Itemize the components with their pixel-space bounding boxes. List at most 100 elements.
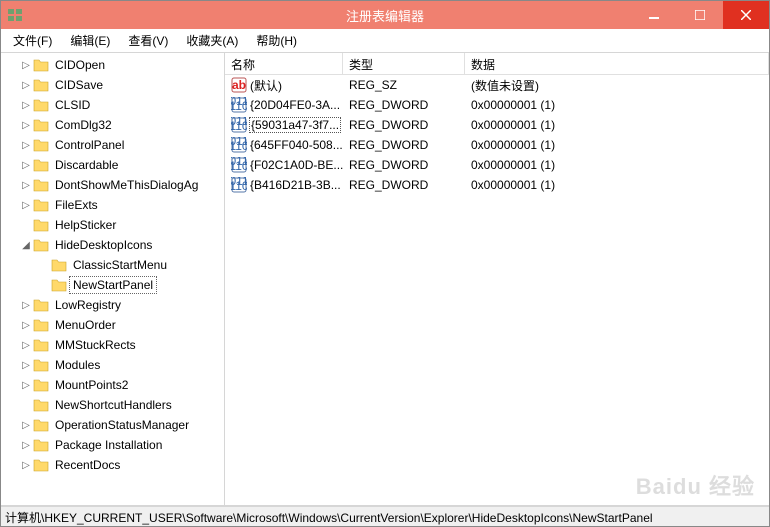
expander-icon[interactable]: ▷ — [19, 358, 33, 372]
tree-item[interactable]: ClassicStartMenu — [1, 255, 224, 275]
tree-item-label: MenuOrder — [52, 317, 119, 333]
expander-icon[interactable]: ▷ — [19, 158, 33, 172]
value-type: REG_SZ — [343, 77, 465, 93]
expander-icon[interactable]: ▷ — [19, 98, 33, 112]
expander-icon[interactable]: ▷ — [19, 118, 33, 132]
tree-item[interactable]: ▷ MenuOrder — [1, 315, 224, 335]
minimize-button[interactable] — [631, 1, 677, 29]
close-button[interactable] — [723, 1, 769, 29]
value-data: 0x00000001 (1) — [465, 97, 769, 113]
title-bar[interactable]: 注册表编辑器 — [1, 1, 769, 29]
expander-icon[interactable]: ▷ — [19, 318, 33, 332]
value-name: {645FF040-508... — [250, 138, 343, 152]
tree-item[interactable]: ◢HideDesktopIcons — [1, 235, 224, 255]
tree-item-label: LowRegistry — [52, 297, 124, 313]
tree-item[interactable]: ▷FileExts — [1, 195, 224, 215]
tree-item[interactable]: ▷MMStuckRects — [1, 335, 224, 355]
value-name: {F02C1A0D-BE... — [250, 158, 343, 172]
value-name: (默认) — [250, 77, 282, 94]
expander-icon[interactable]: ▷ — [19, 198, 33, 212]
svg-text:ab: ab — [232, 78, 246, 92]
tree-item[interactable]: ▷ RecentDocs — [1, 455, 224, 475]
tree-item[interactable]: ▷Modules — [1, 355, 224, 375]
menu-favorites[interactable]: 收藏夹(A) — [178, 30, 246, 51]
value-data: 0x00000001 (1) — [465, 177, 769, 193]
value-name: {20D04FE0-3A... — [250, 98, 340, 112]
list-pane[interactable]: 名称 类型 数据 ab(默认)REG_SZ(数值未设置)011110{20D04… — [225, 53, 769, 505]
expander-icon[interactable]: ▷ — [19, 338, 33, 352]
tree-item[interactable]: ▷CLSID — [1, 95, 224, 115]
expander-icon[interactable]: ▷ — [19, 138, 33, 152]
menu-edit[interactable]: 编辑(E) — [62, 30, 118, 51]
tree-item[interactable]: NewShortcutHandlers — [1, 395, 224, 415]
folder-icon — [33, 178, 49, 192]
tree-item[interactable]: ▷ Package Installation — [1, 435, 224, 455]
tree-item-label: MountPoints2 — [52, 377, 131, 393]
tree-item[interactable]: ▷ Discardable — [1, 155, 224, 175]
list-row[interactable]: 011110{20D04FE0-3A...REG_DWORD0x00000001… — [225, 95, 769, 115]
list-row[interactable]: ab(默认)REG_SZ(数值未设置) — [225, 75, 769, 95]
svg-text:110: 110 — [231, 99, 247, 113]
list-row[interactable]: 011110{F02C1A0D-BE...REG_DWORD0x00000001… — [225, 155, 769, 175]
tree-item[interactable]: ▷ComDlg32 — [1, 115, 224, 135]
svg-text:110: 110 — [231, 159, 247, 173]
tree-item[interactable]: ▷CIDSave — [1, 75, 224, 95]
col-header-type[interactable]: 类型 — [343, 53, 465, 74]
tree-item[interactable]: ▷ MountPoints2 — [1, 375, 224, 395]
tree-item-label: Package Installation — [52, 437, 165, 453]
expander-icon[interactable]: ▷ — [19, 418, 33, 432]
expander-icon[interactable]: ▷ — [19, 438, 33, 452]
col-header-data[interactable]: 数据 — [465, 53, 769, 74]
folder-icon — [33, 358, 49, 372]
menu-help[interactable]: 帮助(H) — [248, 30, 305, 51]
list-header: 名称 类型 数据 — [225, 53, 769, 75]
folder-icon — [33, 138, 49, 152]
list-row[interactable]: 011110{59031a47-3f7...REG_DWORD0x0000000… — [225, 115, 769, 135]
value-type: REG_DWORD — [343, 97, 465, 113]
tree-item-label: DontShowMeThisDialogAg — [52, 177, 201, 193]
expander-icon[interactable]: ◢ — [19, 238, 33, 252]
expander-icon[interactable] — [37, 258, 51, 272]
folder-icon — [51, 278, 67, 292]
menu-view[interactable]: 查看(V) — [120, 30, 176, 51]
tree-item[interactable]: ▷ LowRegistry — [1, 295, 224, 315]
expander-icon[interactable] — [19, 398, 33, 412]
value-data: 0x00000001 (1) — [465, 117, 769, 133]
tree-item-label: NewStartPanel — [70, 277, 156, 293]
tree-item[interactable]: ▷CIDOpen — [1, 55, 224, 75]
folder-icon — [33, 398, 49, 412]
list-row[interactable]: 011110{B416D21B-3B...REG_DWORD0x00000001… — [225, 175, 769, 195]
tree-item[interactable]: HelpSticker — [1, 215, 224, 235]
folder-icon — [33, 78, 49, 92]
menu-file[interactable]: 文件(F) — [5, 30, 60, 51]
value-type: REG_DWORD — [343, 177, 465, 193]
maximize-button[interactable] — [677, 1, 723, 29]
folder-icon — [33, 298, 49, 312]
folder-icon — [33, 98, 49, 112]
tree-item-label: RecentDocs — [52, 457, 123, 473]
tree-item-label: ControlPanel — [52, 137, 127, 153]
tree-item-label: Discardable — [52, 157, 121, 173]
tree-item[interactable]: NewStartPanel — [1, 275, 224, 295]
tree-item[interactable]: ▷ DontShowMeThisDialogAg — [1, 175, 224, 195]
value-icon: 011110 — [231, 117, 247, 133]
list-row[interactable]: 011110{645FF040-508...REG_DWORD0x0000000… — [225, 135, 769, 155]
expander-icon[interactable]: ▷ — [19, 378, 33, 392]
expander-icon[interactable]: ▷ — [19, 58, 33, 72]
tree-item[interactable]: ▷ ControlPanel — [1, 135, 224, 155]
expander-icon[interactable] — [37, 278, 51, 292]
expander-icon[interactable] — [19, 218, 33, 232]
expander-icon[interactable]: ▷ — [19, 458, 33, 472]
tree-pane[interactable]: ▷CIDOpen▷CIDSave▷CLSID▷ComDlg32▷ControlP… — [1, 53, 225, 505]
tree-item-label: ClassicStartMenu — [70, 257, 170, 273]
col-header-name[interactable]: 名称 — [225, 53, 343, 74]
folder-icon — [33, 238, 49, 252]
folder-icon — [33, 438, 49, 452]
value-icon: 011110 — [231, 177, 247, 193]
folder-icon — [33, 158, 49, 172]
watermark: Baidu 经验 — [636, 469, 755, 501]
tree-item[interactable]: ▷OperationStatusManager — [1, 415, 224, 435]
expander-icon[interactable]: ▷ — [19, 178, 33, 192]
expander-icon[interactable]: ▷ — [19, 298, 33, 312]
expander-icon[interactable]: ▷ — [19, 78, 33, 92]
